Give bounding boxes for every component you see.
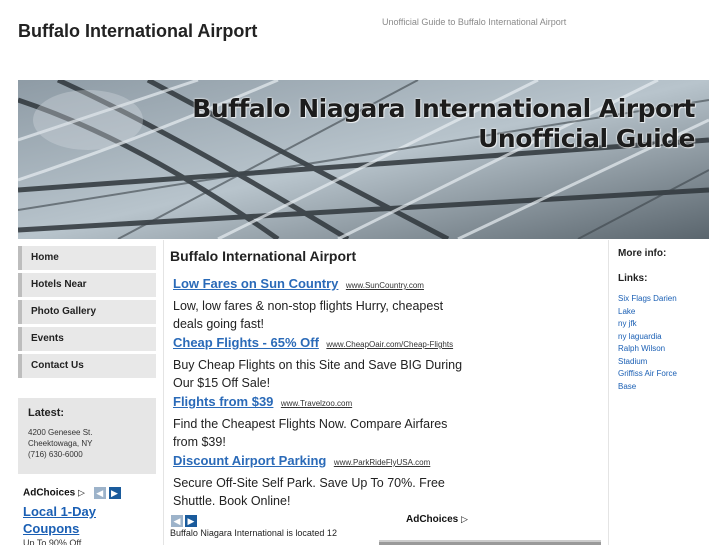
left-ad-link-line2[interactable]: Coupons — [23, 520, 158, 537]
ad-display-url[interactable]: www.SunCountry.com — [346, 281, 424, 290]
page-title: Buffalo International Airport — [170, 248, 357, 264]
adchoices-label[interactable]: AdChoices ▷ — [406, 514, 468, 525]
latest-address-city: Cheektowaga, NY — [28, 439, 93, 448]
latest-phone: (716) 630-6000 — [28, 450, 83, 459]
header-banner: Buffalo Niagara International Airport Un… — [18, 80, 709, 239]
right-sidebar: More info: Links: Six Flags Darien Lake … — [618, 248, 718, 393]
adchoices-text: AdChoices — [23, 487, 76, 499]
ad-prev-button[interactable]: ◀ — [93, 487, 106, 499]
sidebar-link-griffiss[interactable]: Griffiss Air Force — [618, 368, 718, 381]
text-ad: Cheap Flights - 65% Off www.CheapOair.co… — [173, 335, 473, 392]
links-heading: Links: — [618, 273, 648, 284]
ad-title-link[interactable]: Flights from $39 — [173, 394, 273, 409]
ad-display-url[interactable]: www.ParkRideFlyUSA.com — [334, 458, 430, 467]
sidebar-link-ny-laguardia[interactable]: ny laguardia — [618, 331, 718, 344]
main-content: Buffalo International Airport Low Fares … — [163, 240, 609, 545]
sidebar-link-griffiss-cont[interactable]: Base — [618, 381, 718, 394]
text-ad: Discount Airport Parking www.ParkRideFly… — [173, 453, 473, 510]
ad-display-url[interactable]: www.Travelzoo.com — [281, 399, 352, 408]
ad-prev-button[interactable]: ◀ — [171, 514, 183, 527]
adchoices-label[interactable]: AdChoices ▷ ◀ ▶ — [23, 487, 158, 499]
text-ad: Low Fares on Sun Country www.SunCountry.… — [173, 276, 473, 333]
ad-title-link[interactable]: Discount Airport Parking — [173, 453, 326, 468]
text-ad: Flights from $39 www.Travelzoo.com Find … — [173, 394, 473, 451]
content-image — [379, 540, 601, 545]
ad-description: Low, low fares & non-stop flights Hurry,… — [173, 299, 444, 331]
left-ad-link-line1[interactable]: Local 1-Day — [23, 503, 158, 520]
left-ad-unit: AdChoices ▷ ◀ ▶ Local 1-Day Coupons Up T… — [23, 487, 158, 545]
ad-title-link[interactable]: Cheap Flights - 65% Off — [173, 335, 319, 350]
ad-next-button[interactable]: ▶ — [185, 514, 197, 527]
adchoices-icon: ▷ — [461, 514, 468, 524]
banner-heading-line2: Unofficial Guide — [478, 124, 695, 153]
nav-item-hotels-near[interactable]: Hotels Near — [18, 273, 156, 297]
sidebar-link-six-flags-cont[interactable]: Lake — [618, 306, 718, 319]
sidebar-link-six-flags[interactable]: Six Flags Darien — [618, 293, 718, 306]
banner-heading-line1: Buffalo Niagara International Airport — [192, 94, 695, 123]
sidebar-link-ralph-wilson-cont[interactable]: Stadium — [618, 356, 718, 369]
nav-item-events[interactable]: Events — [18, 327, 156, 351]
ad-description: Buy Cheap Flights on this Site and Save … — [173, 358, 463, 390]
latest-address-street: 4200 Genesee St. — [28, 428, 93, 437]
nav-item-home[interactable]: Home — [18, 246, 156, 270]
site-tagline: Unofficial Guide to Buffalo Internationa… — [382, 17, 567, 27]
adchoices-text: AdChoices — [406, 514, 459, 525]
latest-title: Latest: — [28, 407, 65, 419]
ad-description: Secure Off-Site Self Park. Save Up To 70… — [173, 476, 445, 508]
adchoices-icon: ▷ — [78, 487, 85, 498]
nav-item-contact-us[interactable]: Contact Us — [18, 354, 156, 378]
intro-paragraph: Buffalo Niagara International is located… — [170, 528, 337, 538]
site-title[interactable]: Buffalo International Airport — [18, 18, 258, 44]
sidebar-link-ralph-wilson[interactable]: Ralph Wilson — [618, 343, 718, 356]
nav-item-photo-gallery[interactable]: Photo Gallery — [18, 300, 156, 324]
more-info-heading: More info: — [618, 248, 667, 259]
latest-box: Latest: 4200 Genesee St. Cheektowaga, NY… — [18, 398, 156, 474]
sidebar-link-ny-jfk[interactable]: ny jfk — [618, 318, 718, 331]
ad-next-button[interactable]: ▶ — [108, 487, 121, 499]
ad-title-link[interactable]: Low Fares on Sun Country — [173, 276, 338, 291]
left-ad-description: Up To 90% Off — [23, 538, 82, 545]
ad-description: Find the Cheapest Flights Now. Compare A… — [173, 417, 448, 449]
ad-display-url[interactable]: www.CheapOair.com/Cheap-Flights — [326, 340, 453, 349]
left-navigation: Home Hotels Near Photo Gallery Events Co… — [18, 246, 156, 381]
